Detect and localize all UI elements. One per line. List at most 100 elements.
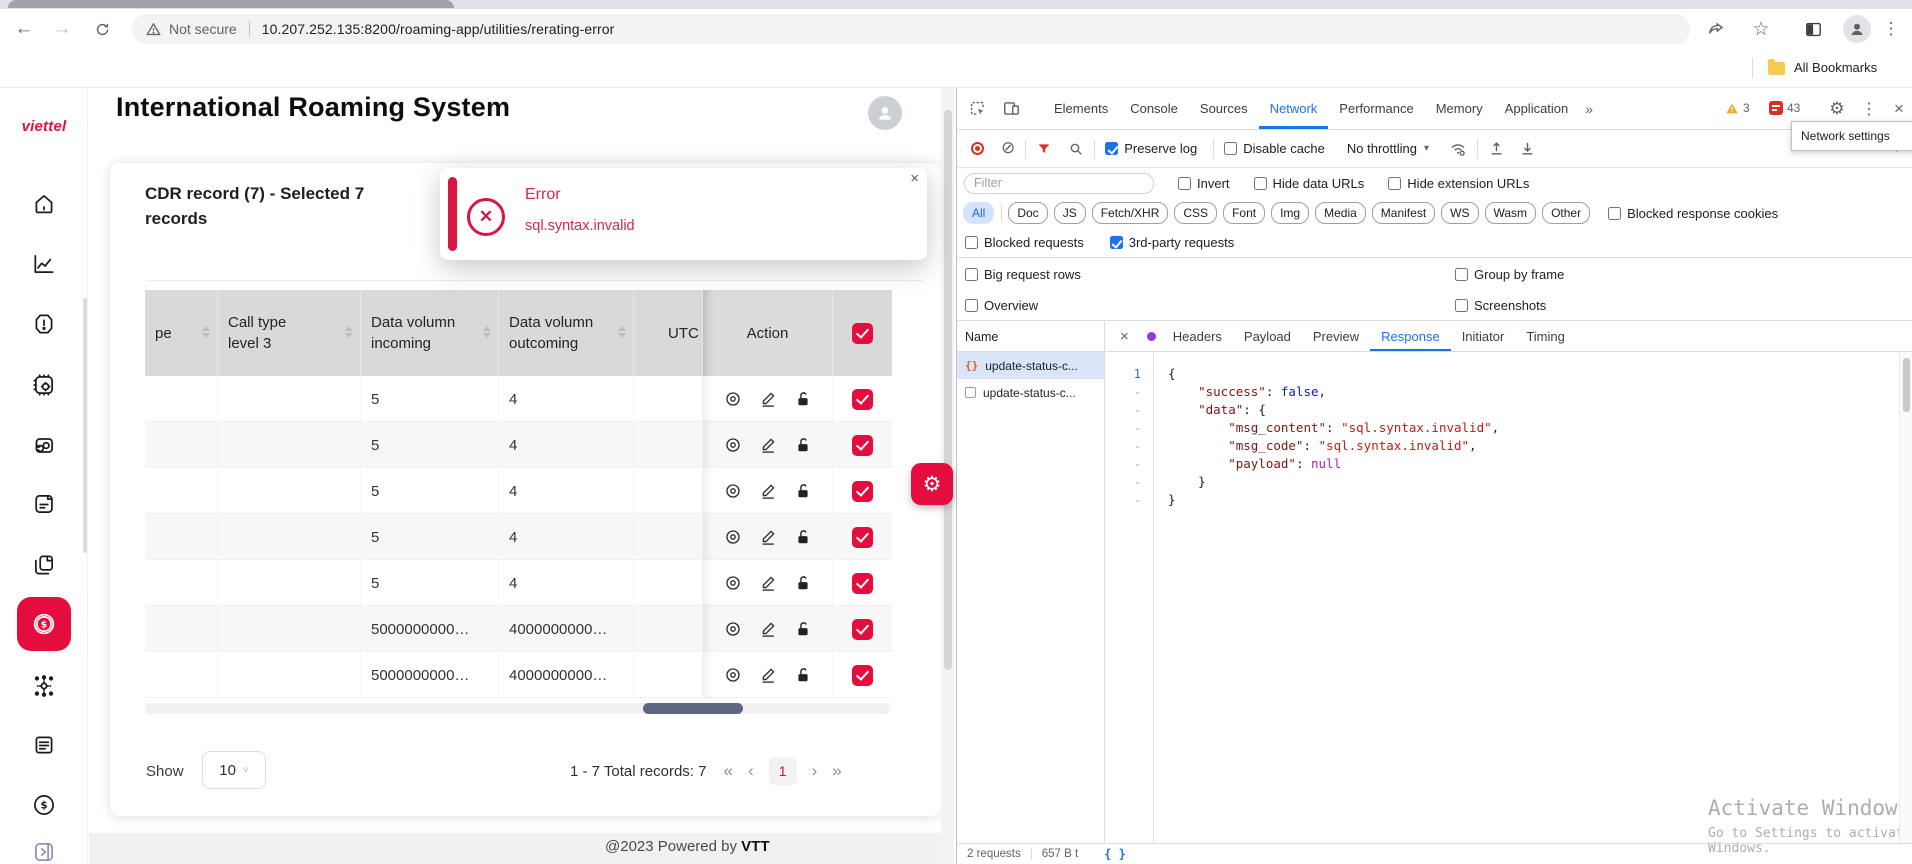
edit-icon[interactable] [758,435,778,455]
unlock-icon[interactable] [793,665,813,685]
toast-close-button[interactable]: × [910,170,919,187]
filter-pill-css[interactable]: CSS [1174,202,1217,224]
page-size-select[interactable]: 10 ˅ [202,751,266,789]
filter-pill-manifest[interactable]: Manifest [1372,202,1435,224]
sidebar-item-network-nodes[interactable] [20,662,68,710]
settings-fab-button[interactable]: ⚙ [911,463,953,505]
checkbox-hide-data-urls[interactable] [1254,177,1267,190]
all-bookmarks-button[interactable]: All Bookmarks [1794,60,1877,75]
checkbox-invert[interactable] [1178,177,1191,190]
big-request-rows-checkbox[interactable] [965,268,978,281]
table-row[interactable]: 54 [145,468,892,514]
detail-tab-headers[interactable]: Headers [1162,322,1233,351]
filter-toggle-button[interactable] [1036,141,1052,157]
view-icon[interactable] [723,573,743,593]
sidebar-item-home[interactable] [20,180,68,228]
table-row[interactable]: 54 [145,560,892,606]
view-icon[interactable] [723,619,743,639]
warnings-counter[interactable]: 3 [1725,101,1750,115]
sort-icon[interactable] [202,326,210,338]
request-row[interactable]: update-status-c... [957,379,1104,406]
browser-tab[interactable] [8,0,454,8]
disable-cache-checkbox[interactable] [1224,142,1237,155]
unlock-icon[interactable] [793,481,813,501]
filter-pill-all[interactable]: All [963,202,994,224]
tab-console[interactable]: Console [1119,88,1189,129]
forward-button[interactable]: → [48,15,76,43]
device-toolbar-button[interactable] [997,95,1025,123]
third-party-requests-checkbox[interactable] [1110,236,1123,249]
select-all-checkbox[interactable] [852,323,873,344]
detail-tab-response[interactable]: Response [1370,322,1451,351]
sort-icon[interactable] [618,326,626,338]
view-icon[interactable] [723,435,743,455]
filter-pill-doc[interactable]: Doc [1008,202,1047,224]
table-row[interactable]: 5000000000…4000000000… [145,652,892,698]
screenshots-checkbox[interactable] [1455,299,1468,312]
issues-counter[interactable]: 43 [1769,101,1800,115]
search-network-button[interactable] [1068,141,1084,157]
detail-tab-payload[interactable]: Payload [1233,322,1302,351]
filter-pill-ws[interactable]: WS [1441,202,1478,224]
last-page-button[interactable]: » [832,761,841,781]
user-avatar[interactable] [868,96,902,130]
edit-icon[interactable] [758,665,778,685]
back-button[interactable]: ← [10,15,38,43]
import-har-button[interactable] [1488,140,1505,157]
browser-menu-button[interactable]: ⋮ [1878,16,1904,42]
sort-icon[interactable] [345,326,353,338]
table-row[interactable]: 54 [145,376,892,422]
filter-pill-media[interactable]: Media [1315,202,1366,224]
current-page-button[interactable]: 1 [769,757,797,785]
column-header-data-volumn-incoming[interactable]: Data volumnincoming [361,290,499,376]
tab-elements[interactable]: Elements [1043,88,1119,129]
detail-tab-preview[interactable]: Preview [1302,322,1370,351]
tab-network[interactable]: Network [1259,88,1329,129]
reload-button[interactable] [88,15,116,43]
filter-pill-other[interactable]: Other [1542,202,1590,224]
sidebar-item-list-doc[interactable] [20,721,68,769]
filter-pill-js[interactable]: JS [1054,202,1086,224]
response-scrollbar-thumb[interactable] [1903,358,1910,412]
edit-icon[interactable] [758,527,778,547]
unlock-icon[interactable] [793,389,813,409]
view-icon[interactable] [723,665,743,685]
network-conditions-button[interactable] [1449,140,1467,158]
filter-pill-wasm[interactable]: Wasm [1485,202,1537,224]
row-checkbox[interactable] [852,665,873,686]
response-scrollbar[interactable] [1899,352,1912,843]
table-row[interactable]: 54 [145,422,892,468]
filter-pill-fetch-xhr[interactable]: Fetch/XHR [1092,202,1169,224]
tab-sources[interactable]: Sources [1189,88,1259,129]
browser-profile-avatar[interactable] [1843,15,1871,43]
export-har-button[interactable] [1519,140,1536,157]
response-body-viewer[interactable]: 1------- { "success": false, "data": { "… [1106,352,1912,843]
checkbox-hide-extension-urls[interactable] [1388,177,1401,190]
view-icon[interactable] [723,527,743,547]
view-icon[interactable] [723,481,743,501]
sidebar-scrollbar[interactable] [83,298,87,553]
unlock-icon[interactable] [793,435,813,455]
edit-icon[interactable] [758,573,778,593]
sidebar-item-dollar-circle[interactable]: $ [20,781,68,829]
close-detail-button[interactable]: × [1120,328,1129,345]
table-row[interactable]: 54 [145,514,892,560]
overview-checkbox[interactable] [965,299,978,312]
blocked-response-cookies-checkbox[interactable] [1608,207,1621,220]
sidebar-item-dollar-billing[interactable]: $ [17,597,71,651]
sidebar-item-report-doc[interactable] [20,480,68,528]
first-page-button[interactable]: « [723,761,732,781]
row-checkbox[interactable] [852,481,873,502]
sidebar-item-collapse-panel[interactable] [20,828,68,864]
table-row[interactable]: 5000000000…4000000000… [145,606,892,652]
sidebar-item-copy-files[interactable] [20,541,68,589]
more-tabs-button[interactable]: » [1579,101,1599,117]
unlock-icon[interactable] [793,573,813,593]
edit-icon[interactable] [758,481,778,501]
tab-performance[interactable]: Performance [1328,88,1424,129]
share-button[interactable] [1703,16,1729,42]
table-horizontal-scrollbar-thumb[interactable] [643,703,743,714]
url-bar[interactable]: Not secure 10.207.252.135:8200/roaming-a… [132,14,1690,44]
tab-memory[interactable]: Memory [1425,88,1494,129]
column-header-pe[interactable]: pe [145,290,218,376]
